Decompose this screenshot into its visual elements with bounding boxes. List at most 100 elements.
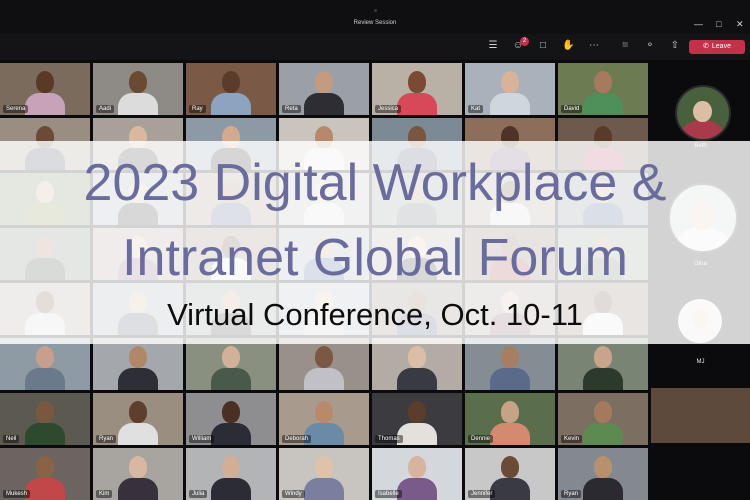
participant-video-tile[interactable]: Isabelle [372, 448, 462, 500]
participant-name: Thomas [375, 435, 403, 443]
participant-body [211, 478, 251, 500]
participant-video-tile[interactable]: Julia [186, 448, 276, 500]
participant-face [222, 456, 240, 478]
participant-name: Kevin [561, 435, 583, 443]
participant-video-tile[interactable]: Mukesh [0, 448, 90, 500]
participant-video-tile[interactable]: Jessica [372, 63, 462, 115]
participant-body [211, 423, 251, 445]
participant-face [408, 456, 426, 478]
banner-title-line2: Intranet Global Forum [122, 229, 628, 287]
list-icon[interactable]: ☰ [487, 40, 499, 52]
participant-video-tile[interactable]: Reta [279, 63, 369, 115]
minimize-button[interactable]: — [694, 19, 703, 29]
participant-name: Isabelle [375, 490, 402, 498]
banner-subtitle: Virtual Conference, Oct. 10-11 [167, 297, 583, 332]
leave-label: Leave [711, 43, 731, 50]
participant-video-tile[interactable] [558, 338, 648, 390]
participant-body [490, 423, 530, 445]
participant-body [490, 368, 530, 390]
participant-body [583, 368, 623, 390]
participant-video-tile[interactable]: Thomas [372, 393, 462, 445]
participant-video-tile[interactable] [0, 338, 90, 390]
participant-video-tile[interactable]: Deborah [279, 393, 369, 445]
participant-video-tile[interactable]: Ryan [93, 393, 183, 445]
share-screen-icon[interactable]: ⇧ [669, 40, 681, 52]
participant-face [408, 346, 426, 368]
participant-body [118, 368, 158, 390]
self-view-tile[interactable] [651, 388, 750, 443]
participant-avatar[interactable] [674, 85, 731, 141]
participant-video-tile[interactable]: Dennie [465, 393, 555, 445]
microphone-icon[interactable]: ⚬ [644, 40, 656, 52]
leave-button[interactable]: ✆ Leave [689, 40, 745, 54]
participant-face [315, 71, 333, 93]
participant-video-tile[interactable] [279, 338, 369, 390]
participant-face [222, 401, 240, 423]
raise-hand-icon[interactable]: ✋ [562, 40, 574, 52]
participant-body [490, 93, 530, 115]
participant-name: Reta [282, 105, 301, 113]
participant-body [397, 368, 437, 390]
participant-body [25, 368, 65, 390]
participant-name: Dennie [468, 435, 494, 443]
participant-name: Ryan [561, 490, 582, 498]
participant-face [222, 346, 240, 368]
participant-face [408, 71, 426, 93]
participant-body [583, 423, 623, 445]
participant-video-tile[interactable]: David [558, 63, 648, 115]
participant-body [118, 478, 158, 500]
participant-body [25, 423, 65, 445]
participant-name: MJ [696, 359, 705, 365]
phone-icon: ✆ [703, 43, 709, 50]
participant-face [594, 71, 612, 93]
more-options-icon[interactable]: ⋯ [588, 40, 600, 52]
participant-body [304, 93, 344, 115]
participant-video-tile[interactable]: Neil [0, 393, 90, 445]
participant-face [501, 401, 519, 423]
participant-body [211, 93, 251, 115]
participant-name: Windy [282, 490, 305, 498]
participant-name: Serena [3, 105, 29, 113]
camera-icon[interactable]: ◾ [619, 40, 631, 52]
participant-face [501, 456, 519, 478]
participant-face [36, 71, 54, 93]
participant-video-tile[interactable] [465, 338, 555, 390]
participant-body [304, 478, 344, 500]
participant-name: Deborah [282, 435, 312, 443]
participant-video-tile[interactable]: Kim [93, 448, 183, 500]
participant-video-tile[interactable]: Ray [186, 63, 276, 115]
participant-name: Kat [468, 105, 484, 113]
participant-body [397, 93, 437, 115]
banner-title-line1: 2023 Digital Workplace & [83, 154, 667, 212]
participant-name: Jennifer [468, 490, 496, 498]
close-button[interactable]: ✕ [736, 19, 744, 29]
participant-video-tile[interactable]: Jennifer [465, 448, 555, 500]
participant-video-tile[interactable]: Ryan [558, 448, 648, 500]
participant-video-tile[interactable] [186, 338, 276, 390]
participant-face [129, 346, 147, 368]
participant-face [501, 346, 519, 368]
participant-face [129, 71, 147, 93]
participant-video-tile[interactable]: Aadi [93, 63, 183, 115]
participant-video-tile[interactable] [93, 338, 183, 390]
participant-video-tile[interactable]: Kat [465, 63, 555, 115]
participant-name: Mukesh [3, 490, 31, 498]
participant-face [594, 456, 612, 478]
participant-video-tile[interactable]: Windy [279, 448, 369, 500]
participant-video-tile[interactable]: William [186, 393, 276, 445]
participant-face [501, 71, 519, 93]
participant-body [490, 478, 530, 500]
participant-body [681, 120, 724, 139]
participant-body [304, 368, 344, 390]
participant-video-tile[interactable]: Serena [0, 63, 90, 115]
maximize-button[interactable]: □ [716, 19, 721, 29]
participant-name: William [189, 435, 215, 443]
participant-body [211, 368, 251, 390]
chat-icon[interactable]: □ [537, 40, 549, 52]
participant-body [118, 93, 158, 115]
participant-face [315, 401, 333, 423]
participant-video-tile[interactable] [372, 338, 462, 390]
participant-body [25, 478, 65, 500]
participant-face [408, 401, 426, 423]
participant-video-tile[interactable]: Kevin [558, 393, 648, 445]
